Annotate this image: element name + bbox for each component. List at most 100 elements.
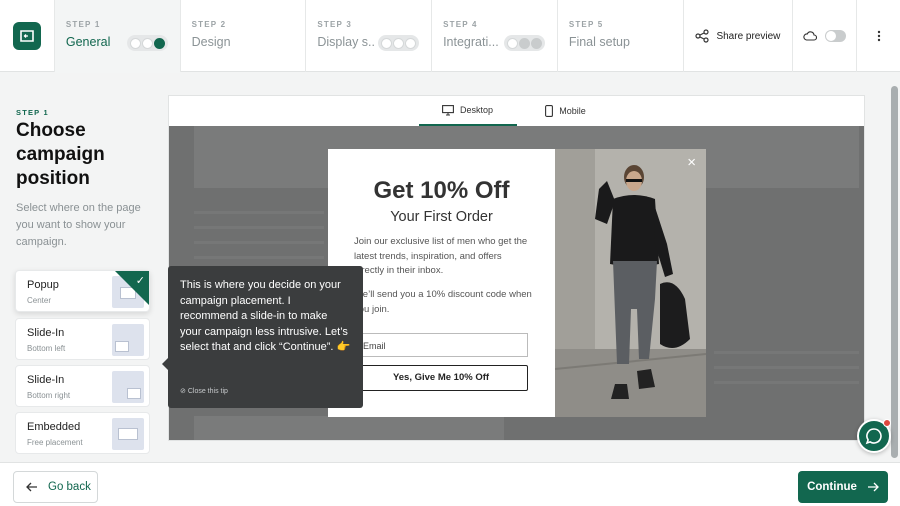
- progress-dot: [393, 37, 405, 49]
- popup-headline: Get 10% Off: [373, 177, 510, 204]
- email-field[interactable]: Email: [354, 333, 528, 357]
- step-tab-integrations[interactable]: STEP 4 Integrati...: [431, 0, 557, 72]
- step-name: Design: [191, 35, 231, 49]
- continue-button[interactable]: Continue: [798, 471, 888, 503]
- popup-paragraph: Join our exclusive list of men who get t…: [354, 236, 528, 276]
- progress-dot: [381, 37, 393, 49]
- arrow-left-icon: [26, 482, 37, 492]
- close-icon[interactable]: ×: [687, 154, 696, 171]
- top-bar: STEP 1 General STEP 2 Design STEP 3 Disp…: [0, 0, 900, 73]
- step-number: STEP 2: [191, 20, 227, 29]
- panel-step-label: STEP 1: [16, 108, 49, 117]
- ghost-line: [194, 256, 324, 259]
- step-progress: [503, 35, 545, 51]
- onboarding-tooltip: This is where you decide on your campaig…: [162, 266, 363, 408]
- option-subtitle: Bottom right: [27, 391, 71, 400]
- step-number: STEP 4: [443, 20, 478, 29]
- ghost-block: [194, 416, 504, 440]
- step-name: Display s...: [317, 35, 376, 49]
- model-photo: ×: [555, 149, 706, 417]
- more-menu-button[interactable]: [856, 0, 900, 72]
- progress-dot: [518, 37, 530, 49]
- chat-icon: [865, 428, 882, 445]
- progress-dot: [405, 37, 417, 49]
- ghost-line: [714, 366, 859, 369]
- ghost-line: [194, 211, 324, 214]
- popup-submit-button[interactable]: Yes, Give Me 10% Off: [354, 365, 528, 391]
- step-number: STEP 1: [65, 20, 101, 29]
- share-preview-button[interactable]: Share preview: [682, 0, 793, 72]
- model-photo-art: [555, 149, 706, 417]
- autosave-toggle[interactable]: [792, 0, 856, 72]
- option-subtitle: Center: [27, 296, 52, 305]
- progress-dot: [129, 37, 141, 49]
- popup-subheadline: Your First Order: [390, 209, 493, 225]
- check-icon: ✓: [135, 275, 145, 287]
- option-popup[interactable]: Popup Center ✓: [15, 270, 150, 312]
- cloud-icon: [803, 31, 818, 41]
- slide-in-left-thumbnail: [112, 324, 144, 356]
- option-subtitle: Bottom left: [27, 344, 66, 353]
- option-title: Embedded: [27, 421, 81, 433]
- step-tab-design[interactable]: STEP 2 Design: [179, 0, 306, 72]
- embedded-thumbnail: [112, 418, 144, 450]
- notification-badge: [883, 419, 891, 427]
- option-title: Slide-In: [27, 374, 65, 386]
- device-tabs: Desktop Mobile: [169, 96, 864, 126]
- share-preview-label: Share preview: [716, 30, 781, 42]
- share-icon: [695, 29, 710, 43]
- mobile-icon: [545, 105, 554, 117]
- go-back-button[interactable]: Go back: [13, 471, 98, 503]
- panel-description: Select where on the page you want to sho…: [16, 202, 141, 248]
- bottom-bar: Go back Continue: [0, 462, 900, 506]
- ghost-line: [194, 226, 324, 229]
- step-tab-general[interactable]: STEP 1 General: [53, 0, 180, 73]
- tab-mobile[interactable]: Mobile: [517, 96, 615, 126]
- step-name: Final setup: [568, 35, 630, 49]
- close-tip-link[interactable]: ⊘ Close this tip: [180, 387, 228, 395]
- step-tab-display-settings[interactable]: STEP 3 Display s...: [305, 0, 431, 72]
- step-name: Integrati...: [443, 35, 499, 49]
- progress-dot: [530, 37, 542, 49]
- option-slide-in-right[interactable]: Slide-In Bottom right: [15, 365, 150, 407]
- ghost-line: [714, 351, 859, 354]
- progress-dot-current: [153, 37, 165, 49]
- go-back-label: Go back: [48, 481, 91, 493]
- thumbnail-box: [115, 341, 129, 352]
- desktop-icon: [442, 104, 454, 116]
- ghost-line: [194, 241, 324, 244]
- step-number: STEP 5: [568, 20, 604, 29]
- popup-campaign: Get 10% Off Your First Order Join our ex…: [328, 149, 706, 417]
- close-tip-label: Close this tip: [187, 388, 228, 395]
- step-progress: [126, 35, 168, 51]
- continue-label: Continue: [807, 481, 857, 493]
- logo-cell[interactable]: [0, 0, 54, 72]
- popup-paragraph: We’ll send you a 10% discount code when …: [354, 289, 532, 315]
- option-title: Slide-In: [27, 327, 65, 339]
- logo-icon[interactable]: [12, 22, 41, 50]
- option-subtitle: Free placement: [27, 438, 83, 447]
- step-tab-final-setup[interactable]: STEP 5 Final setup: [556, 0, 683, 72]
- tooltip-text: This is where you decide on your campaig…: [180, 279, 351, 353]
- tab-label: Desktop: [459, 105, 494, 115]
- check-circle-icon: ⊘: [180, 388, 186, 395]
- progress-dot: [506, 37, 518, 49]
- step-number: STEP 3: [317, 20, 352, 29]
- option-embedded[interactable]: Embedded Free placement: [15, 412, 150, 454]
- option-title: Popup: [27, 279, 59, 291]
- progress-dot: [141, 37, 153, 49]
- panel-title: Choose campaign position: [16, 120, 105, 189]
- arrow-right-icon: [867, 482, 879, 492]
- thumbnail-box: [118, 428, 138, 440]
- slide-in-right-thumbnail: [112, 371, 144, 403]
- ghost-line: [714, 381, 859, 384]
- tab-label: Mobile: [559, 106, 586, 116]
- option-slide-in-left[interactable]: Slide-In Bottom left: [15, 318, 150, 360]
- more-vertical-icon: [877, 30, 880, 42]
- scrollbar[interactable]: [891, 86, 898, 458]
- tab-desktop[interactable]: Desktop: [418, 96, 517, 126]
- toggle-switch[interactable]: [825, 30, 847, 42]
- thumbnail-box: [127, 388, 141, 399]
- chat-button[interactable]: [857, 419, 891, 453]
- step-progress: [378, 35, 420, 51]
